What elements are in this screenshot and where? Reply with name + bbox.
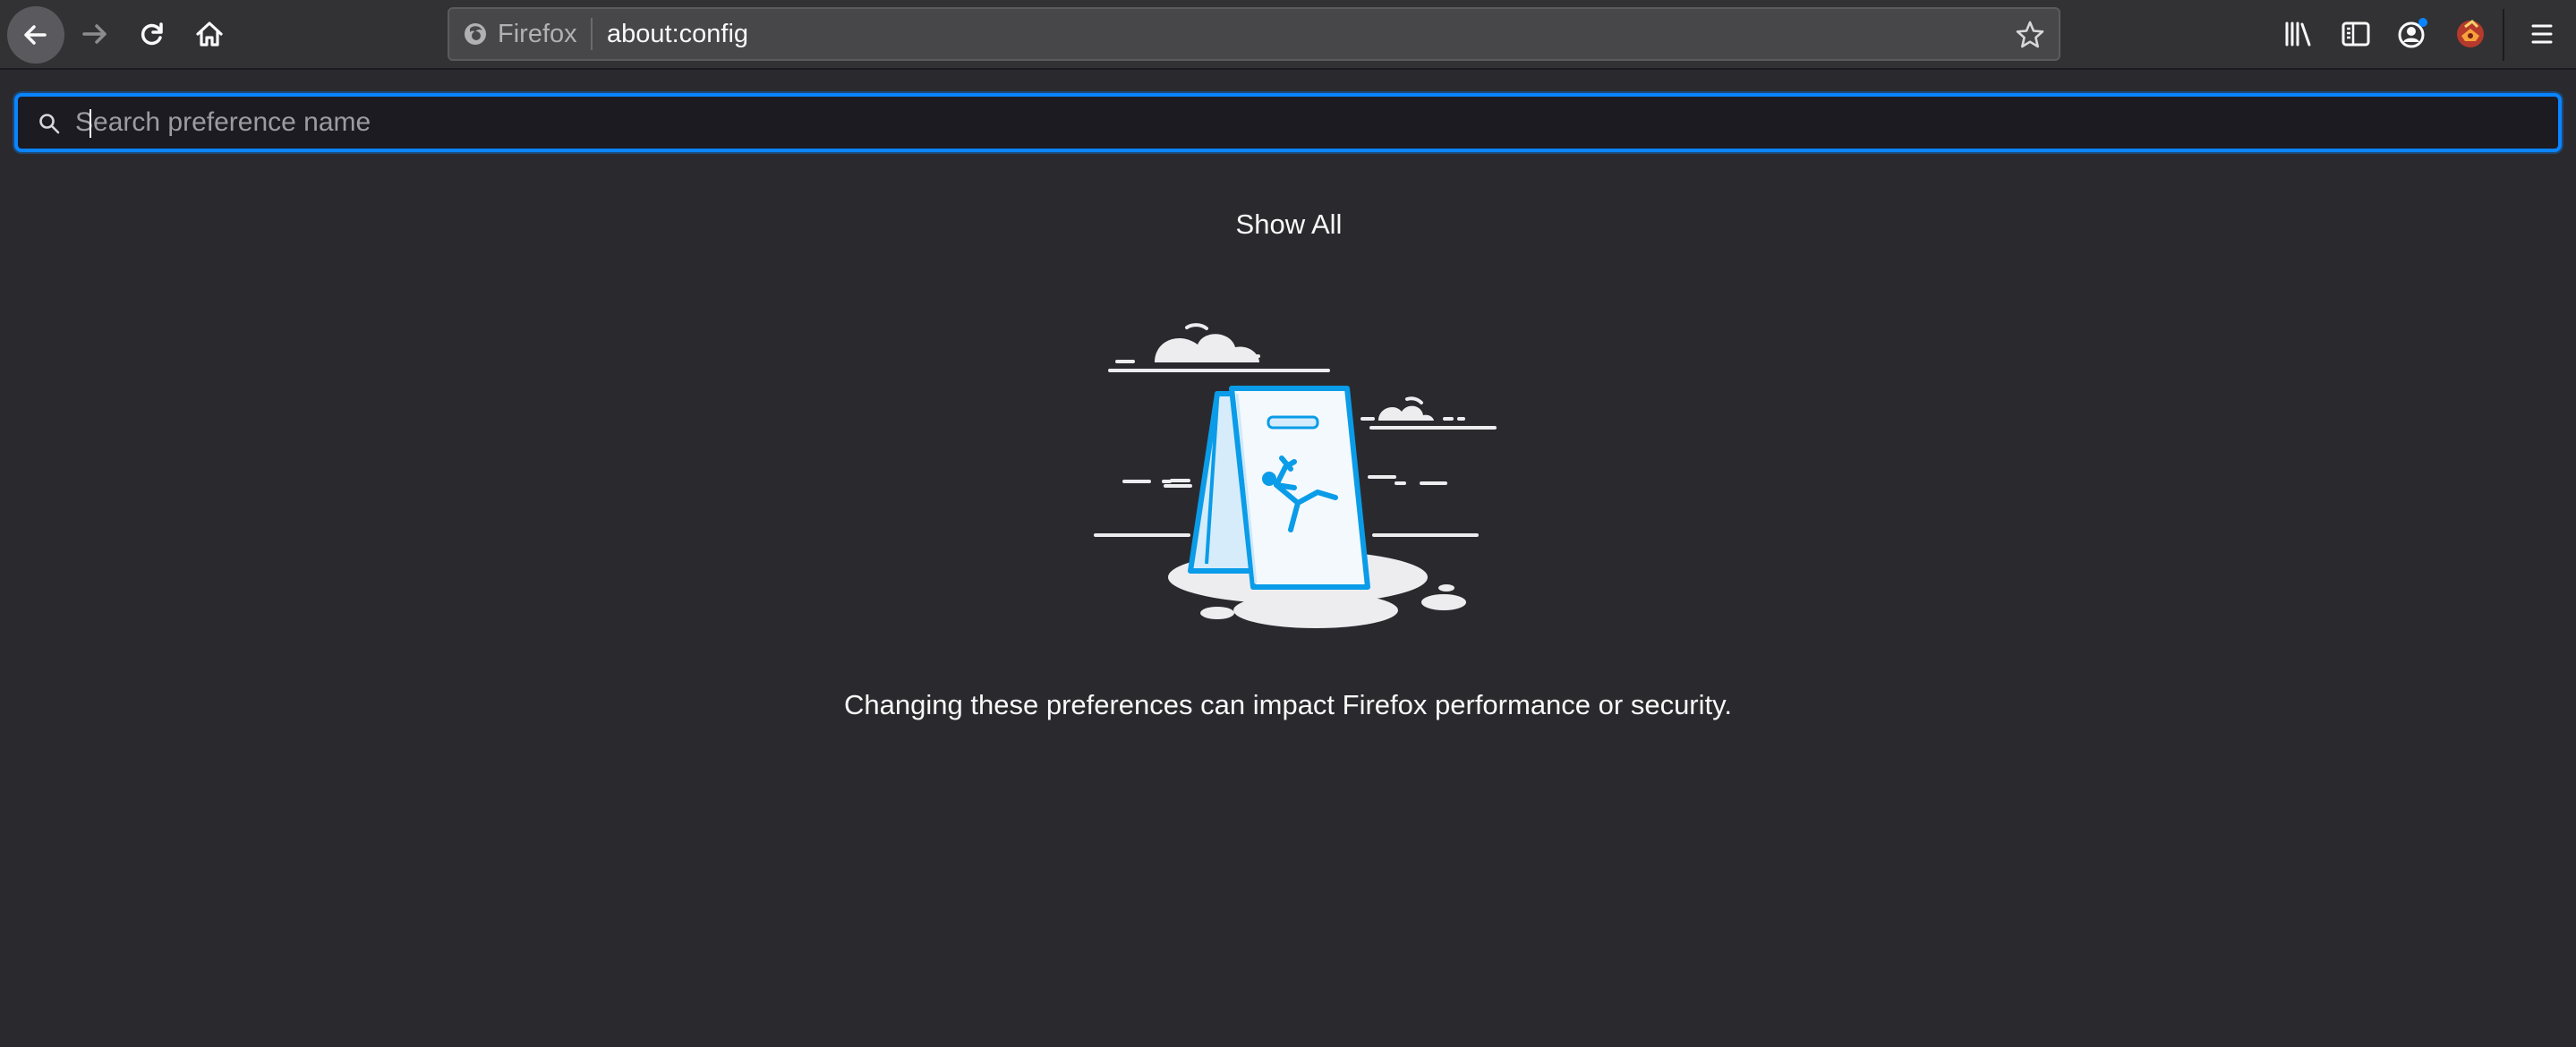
sidebar-button[interactable] <box>2338 16 2374 52</box>
star-icon <box>2016 21 2044 48</box>
navigation-toolbar: Firefox about:config <box>0 0 2576 70</box>
account-icon <box>2398 18 2427 48</box>
library-button[interactable] <box>2281 16 2316 52</box>
identity-label: Firefox <box>498 19 577 48</box>
identity-separator <box>591 18 593 50</box>
home-icon <box>196 21 223 47</box>
toolbar-divider <box>2503 9 2504 61</box>
back-button[interactable] <box>7 6 64 64</box>
open-menu-button[interactable] <box>2524 16 2560 52</box>
reload-icon <box>141 22 163 46</box>
warning-message: Changing these preferences can impact Fi… <box>844 689 1732 720</box>
identity-box[interactable]: Firefox <box>462 9 577 59</box>
account-button[interactable] <box>2395 16 2431 52</box>
bookmark-star-button[interactable] <box>2014 19 2046 51</box>
library-icon <box>2285 21 2311 47</box>
warning-illustration <box>1094 323 1497 628</box>
firefox-logo-icon <box>465 23 486 45</box>
search-icon <box>39 114 60 134</box>
search-input[interactable] <box>72 97 2542 149</box>
reload-button[interactable] <box>125 7 179 61</box>
hamburger-menu-icon <box>2531 24 2553 44</box>
extension-icon <box>2457 20 2484 47</box>
url-bar[interactable]: Firefox about:config <box>448 7 2060 61</box>
text-caret <box>90 109 91 138</box>
home-button[interactable] <box>183 7 236 61</box>
arrow-left-icon <box>24 25 47 45</box>
extension-button[interactable] <box>2452 16 2488 52</box>
arrow-right-icon <box>82 24 107 44</box>
url-text[interactable]: about:config <box>607 9 748 59</box>
forward-button[interactable] <box>68 7 122 61</box>
show-all-button[interactable]: Show All <box>1164 202 1414 247</box>
sidebar-icon <box>2341 21 2370 47</box>
preference-search-box[interactable] <box>14 93 2562 152</box>
